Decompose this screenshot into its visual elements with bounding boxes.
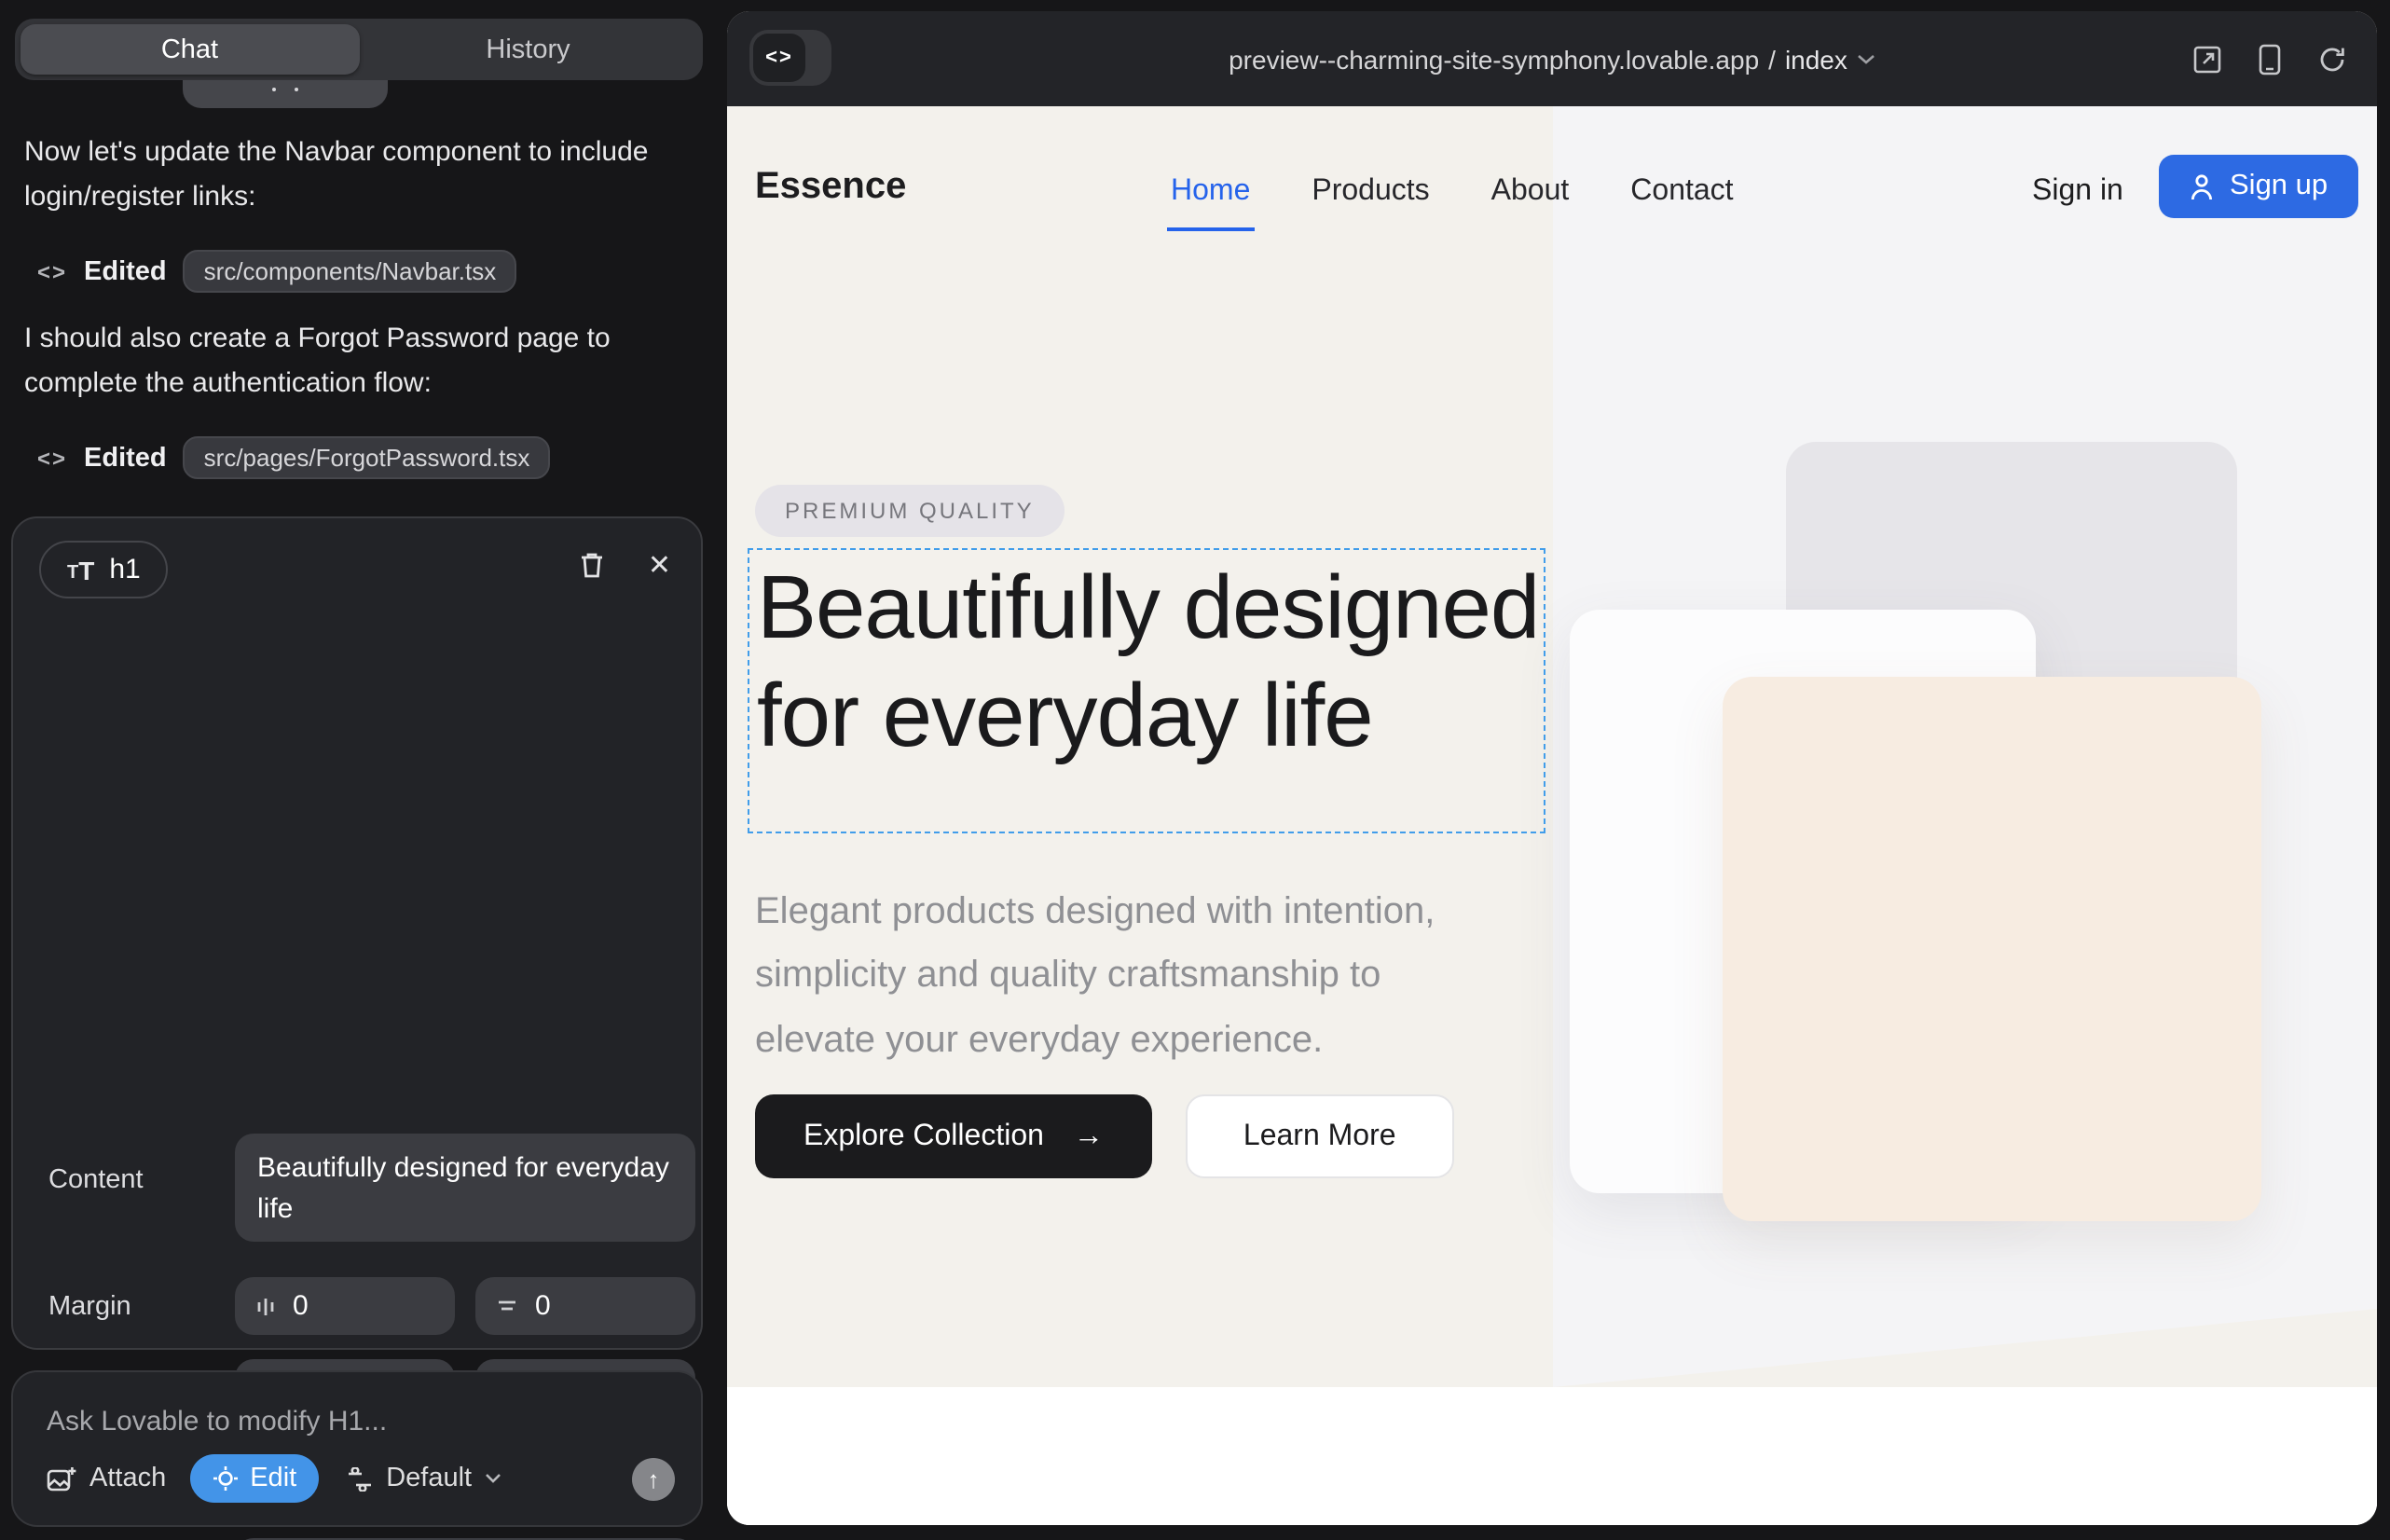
sign-up-button[interactable]: Sign up	[2159, 155, 2357, 218]
edited-file-row: <> Edited src/pages/ForgotPassword.tsx	[37, 436, 550, 479]
chat-sidebar: Chat History Now let's update the Navbar…	[0, 0, 716, 1540]
site-logo[interactable]: Essence	[755, 166, 906, 209]
margin-y-input[interactable]: 0	[475, 1277, 695, 1335]
edited-label: Edited	[84, 443, 167, 473]
content-label: Content	[48, 1165, 144, 1195]
explore-collection-button[interactable]: Explore Collection →	[755, 1094, 1152, 1178]
code-icon: <>	[37, 258, 67, 284]
typography-icon: TT	[67, 557, 94, 583]
margin-vertical-icon	[496, 1296, 518, 1316]
send-button[interactable]: ↑	[632, 1457, 675, 1500]
attach-image-icon	[47, 1464, 76, 1492]
selected-element-tag[interactable]: TT h1	[39, 541, 169, 598]
arrow-right-icon: →	[1074, 1120, 1104, 1153]
nav-link-home[interactable]: Home	[1171, 175, 1250, 209]
sign-in-link[interactable]: Sign in	[2032, 175, 2123, 209]
premium-quality-badge: PREMIUM QUALITY	[755, 485, 1065, 537]
url-separator: /	[1768, 44, 1776, 74]
chat-composer: Ask Lovable to modify H1... Attach	[11, 1370, 703, 1527]
preview-url: preview--charming-site-symphony.lovable.…	[1229, 44, 1759, 74]
tab-history[interactable]: History	[359, 24, 697, 75]
trash-icon	[579, 550, 607, 580]
target-icon	[213, 1465, 239, 1492]
url-bar[interactable]: preview--charming-site-symphony.lovable.…	[727, 11, 2377, 106]
content-input[interactable]: Beautifully designed for everyday life	[235, 1134, 695, 1242]
preview-browser-bar: <> preview--charming-site-symphony.lovab…	[727, 11, 2377, 106]
assistant-message: Now let's update the Navbar component to…	[24, 131, 688, 219]
delete-element-button[interactable]	[579, 550, 607, 580]
tab-chat[interactable]: Chat	[21, 24, 359, 75]
file-chip[interactable]: src/components/Navbar.tsx	[184, 250, 517, 293]
margin-x-input[interactable]: 0	[235, 1277, 455, 1335]
code-icon: <>	[37, 445, 67, 471]
site-navbar: Essence Home Products About Contact Sign…	[727, 106, 2377, 274]
edit-mode-button[interactable]: Edit	[190, 1454, 319, 1503]
nav-link-products[interactable]: Products	[1312, 175, 1429, 209]
open-external-icon[interactable]	[2192, 44, 2222, 74]
chevron-down-icon	[1857, 53, 1875, 64]
mobile-device-icon[interactable]	[2258, 42, 2282, 76]
preview-window: <> preview--charming-site-symphony.lovab…	[727, 11, 2377, 1525]
nav-link-contact[interactable]: Contact	[1630, 175, 1733, 209]
edited-file-row: <> Edited src/components/Navbar.tsx	[37, 250, 516, 293]
partially-hidden-chip	[183, 80, 388, 108]
composer-input[interactable]: Ask Lovable to modify H1...	[47, 1406, 387, 1437]
url-page: index	[1785, 44, 1847, 74]
chat-history-tabs: Chat History	[15, 19, 703, 80]
nav-link-about[interactable]: About	[1491, 175, 1570, 209]
person-icon	[2189, 172, 2215, 200]
margin-label: Margin	[48, 1292, 131, 1322]
decorative-beige-card	[1723, 677, 2261, 1221]
default-mode-select[interactable]: Default	[347, 1464, 501, 1493]
close-panel-button[interactable]: ✕	[648, 548, 671, 582]
assistant-message: I should also create a Forgot Password p…	[24, 317, 688, 406]
file-chip[interactable]: src/pages/ForgotPassword.tsx	[184, 436, 551, 479]
refresh-icon[interactable]	[2317, 44, 2347, 74]
hero-description: Elegant products designed with intention…	[755, 880, 1486, 1072]
app-root: Chat History Now let's update the Navbar…	[0, 0, 2390, 1540]
next-section-band	[727, 1387, 2377, 1525]
attach-button[interactable]: Attach	[47, 1464, 166, 1493]
element-editor-panel: TT h1 ✕ Content Beautifully designed for…	[11, 516, 703, 1350]
hero-heading[interactable]: Beautifully designed for everyday life	[757, 556, 1547, 772]
chevron-down-icon	[485, 1473, 501, 1484]
site-page: Essence Home Products About Contact Sign…	[727, 106, 2377, 1525]
sliders-icon	[347, 1466, 373, 1491]
tag-name: h1	[109, 554, 140, 585]
learn-more-button[interactable]: Learn More	[1186, 1094, 1454, 1178]
margin-horizontal-icon	[255, 1295, 276, 1317]
edited-label: Edited	[84, 256, 167, 286]
